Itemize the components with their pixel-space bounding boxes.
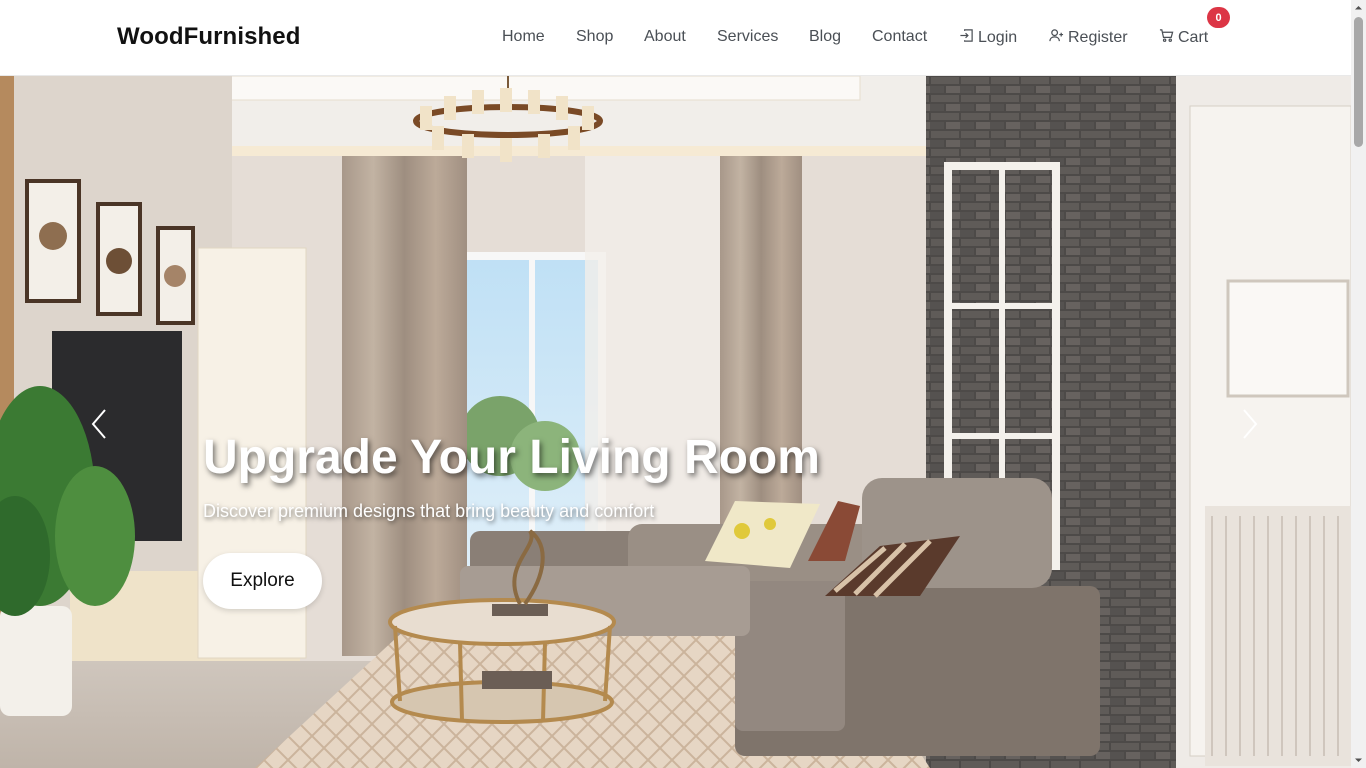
user-plus-icon: [1049, 28, 1064, 48]
login-icon: [959, 28, 974, 48]
hero-carousel: Upgrade Your Living Room Discover premiu…: [0, 76, 1351, 768]
nav-cart-label: Cart: [1178, 29, 1209, 46]
navbar: WoodFurnished Home Shop About Services B…: [0, 0, 1351, 76]
nav-home[interactable]: Home: [502, 28, 545, 46]
nav-blog[interactable]: Blog: [809, 28, 841, 46]
page-scrollbar[interactable]: [1351, 0, 1366, 768]
nav-shop[interactable]: Shop: [576, 28, 613, 46]
hero-living-room-image: [0, 76, 1351, 768]
nav-services[interactable]: Services: [717, 28, 778, 46]
cart-count-badge: 0: [1207, 7, 1230, 28]
scrollbar-thumb[interactable]: [1354, 17, 1363, 147]
scroll-down-arrow-icon[interactable]: [1354, 756, 1363, 765]
explore-button[interactable]: Explore: [203, 553, 322, 609]
hero-subtitle: Discover premium designs that bring beau…: [203, 500, 655, 521]
nav-about[interactable]: About: [644, 28, 686, 46]
nav-login-label: Login: [978, 29, 1018, 46]
hero-caption: Upgrade Your Living Room Discover premiu…: [203, 431, 923, 522]
chevron-left-icon: [89, 408, 111, 445]
nav-contact[interactable]: Contact: [872, 28, 927, 46]
chevron-right-icon: [1238, 408, 1260, 445]
cart-icon: [1159, 28, 1174, 48]
hero-title: Upgrade Your Living Room: [203, 431, 820, 484]
carousel-next-button[interactable]: [1229, 406, 1269, 446]
nav-register[interactable]: Register: [1049, 28, 1128, 48]
nav-register-label: Register: [1068, 29, 1128, 46]
nav-login[interactable]: Login: [959, 28, 1017, 48]
scroll-up-arrow-icon[interactable]: [1354, 3, 1363, 12]
nav-menu: Home Shop About Services Blog Contact Lo…: [0, 28, 1351, 48]
nav-cart[interactable]: Cart: [1159, 28, 1208, 48]
carousel-prev-button[interactable]: [80, 406, 120, 446]
